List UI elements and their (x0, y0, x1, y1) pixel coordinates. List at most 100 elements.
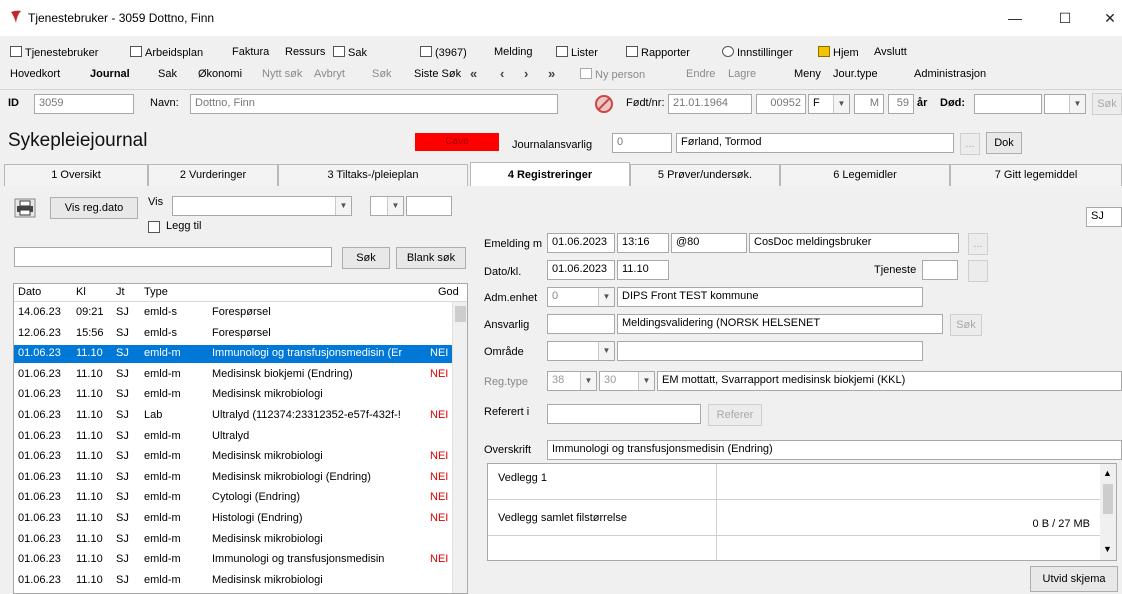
col-jt[interactable]: Jt (116, 286, 125, 298)
dod-field[interactable] (974, 94, 1042, 114)
referert-field[interactable] (547, 404, 701, 424)
menu-rapporter[interactable]: Rapporter (626, 46, 690, 59)
tjeneste-browse-button[interactable] (968, 260, 988, 282)
menu-administrasjon[interactable]: Administrasjon (914, 68, 986, 80)
list-item[interactable]: 14.06.23 09:21 SJ emld-s Forespørsel (14, 304, 454, 322)
tjeneste-field[interactable] (922, 260, 958, 280)
journalansvarlig-name-field[interactable]: Førland, Tormod (676, 133, 954, 153)
admenhet-select[interactable]: 0 ▼ (547, 287, 615, 307)
regtype-b-select[interactable]: 30 ▼ (599, 371, 655, 391)
fodt-date-field[interactable]: 21.01.1964 (668, 94, 752, 114)
ansvarlig-id-field[interactable] (547, 314, 615, 334)
emelding-date-field[interactable]: 01.06.2023 (547, 233, 615, 253)
menu-hovedkort[interactable]: Hovedkort (10, 68, 60, 80)
emelding-browse-button[interactable]: ... (968, 233, 988, 255)
list-item[interactable]: 01.06.23 11.10 SJ emld-m Ultralyd (14, 428, 454, 446)
menu-tjenestebruker[interactable]: Tjenestebruker (10, 46, 98, 59)
menu-ressurs[interactable]: Ressurs (285, 46, 325, 58)
menu-sak2[interactable]: Sak (158, 68, 177, 80)
no-access-icon[interactable] (594, 94, 614, 114)
tab-gitt-legemiddel[interactable]: 7 Gitt legemiddel (950, 164, 1122, 186)
legg-til-checkbox[interactable] (148, 221, 160, 233)
ansvarlig-search-button[interactable]: Søk (950, 314, 982, 336)
journalansvarlig-id-field[interactable]: 0 (612, 133, 672, 153)
col-god[interactable]: God (438, 286, 459, 298)
menu-lister[interactable]: Lister (556, 46, 598, 59)
list-item[interactable]: 01.06.23 11.10 SJ emld-m Medisinsk mikrobiol… (14, 469, 454, 487)
col-kl[interactable]: Kl (76, 286, 86, 298)
name-field[interactable]: Dottno, Finn (190, 94, 558, 114)
scrollbar-thumb[interactable] (455, 306, 466, 322)
menu-avbryt[interactable]: Avbryt (314, 68, 345, 80)
fodt-nr-field[interactable]: 00952 (756, 94, 806, 114)
list-item[interactable]: 01.06.23 11.10 SJ emld-m Medisinsk mikrobiol… (14, 386, 454, 404)
scrollbar-thumb[interactable] (1103, 484, 1113, 514)
menu-okonomi[interactable]: Økonomi (198, 68, 242, 80)
menu-sak[interactable]: Sak (333, 46, 367, 59)
tab-legemidler[interactable]: 6 Legemidler (780, 164, 950, 186)
menu-journal[interactable]: Journal (90, 68, 130, 80)
alder-field[interactable]: 59 (888, 94, 914, 114)
emelding-code-field[interactable]: @80 (671, 233, 747, 253)
list-item[interactable]: 01.06.23 11.10 SJ emld-m Immunologi og trans… (14, 345, 454, 364)
close-button[interactable]: ✕ (1090, 6, 1122, 30)
menu-arbeidsplan[interactable]: Arbeidsplan (130, 46, 203, 59)
nav-prev-button[interactable]: ‹ (500, 66, 504, 81)
vis-reg-dato-button[interactable]: Vis reg.dato (50, 197, 138, 219)
menu-hjem[interactable]: Hjem (818, 46, 859, 59)
list-item[interactable]: 01.06.23 11.10 SJ emld-m Medisinsk mikrobiol… (14, 572, 454, 590)
emelding-user-field[interactable]: CosDoc meldingsbruker (749, 233, 959, 253)
m-field[interactable]: M (854, 94, 884, 114)
regtype-name-field[interactable]: EM mottatt, Svarrapport medisinsk biokje… (657, 371, 1122, 391)
menu-sok[interactable]: Søk (372, 68, 392, 80)
menu-lagre[interactable]: Lagre (728, 68, 756, 80)
journalansvarlig-browse-button[interactable]: ... (960, 133, 980, 155)
menu-messages-count[interactable]: (3967) (420, 46, 467, 59)
list-item[interactable]: 01.06.23 11.10 SJ emld-m Medisinsk mikrobiol… (14, 448, 454, 466)
printer-icon[interactable] (14, 198, 36, 218)
tab-tiltaksplan[interactable]: 3 Tiltaks-/pleieplan (278, 164, 468, 186)
menu-melding[interactable]: Melding (494, 46, 533, 58)
vis-secondary-select[interactable]: ▼ (370, 196, 404, 216)
emelding-time-field[interactable]: 13:16 (617, 233, 669, 253)
tab-prover[interactable]: 5 Prøver/undersøk. (630, 164, 780, 186)
sj-field[interactable]: SJ (1086, 207, 1122, 227)
list-item[interactable]: 01.06.23 11.10 SJ emld-m Cytologi (Endring) N… (14, 489, 454, 507)
menu-meny[interactable]: Meny (794, 68, 821, 80)
nav-first-button[interactable]: « (470, 66, 477, 81)
vis-extra-field[interactable] (406, 196, 452, 216)
list-item[interactable]: 01.06.23 11.10 SJ Lab Ultralyd (112374:23312… (14, 407, 454, 425)
ansvarlig-name-field[interactable]: Meldingsvalidering (NORSK HELSENET (617, 314, 943, 334)
list-item[interactable]: 01.06.23 11.10 SJ emld-m Medisinsk biokjemi … (14, 366, 454, 384)
search-person-button[interactable]: Søk (1092, 93, 1122, 115)
kl-field[interactable]: 11.10 (617, 260, 669, 280)
omrade-name-field[interactable] (617, 341, 923, 361)
cave-badge[interactable]: Cave (415, 133, 499, 151)
id-field[interactable]: 3059 (34, 94, 134, 114)
nav-last-button[interactable]: » (548, 66, 555, 81)
dato-field[interactable]: 01.06.2023 (547, 260, 615, 280)
chevron-up-icon[interactable]: ▲ (1103, 468, 1112, 478)
regtype-a-select[interactable]: 38 ▼ (547, 371, 597, 391)
kjonn-select[interactable]: F ▼ (808, 94, 850, 114)
omrade-select[interactable]: ▼ (547, 341, 615, 361)
list-item[interactable]: 01.06.23 11.10 SJ emld-m Medisinsk mikrobiol… (14, 531, 454, 549)
maximize-button[interactable]: ☐ (1045, 6, 1085, 30)
vedlegg-scrollbar[interactable]: ▲ ▼ (1100, 464, 1116, 560)
chevron-down-icon[interactable]: ▼ (1103, 544, 1112, 554)
menu-siste-sok[interactable]: Siste Søk (414, 68, 461, 80)
list-item[interactable]: 01.06.23 11.10 SJ emld-m Histologi (Endring)… (14, 510, 454, 528)
menu-nytt-sok[interactable]: Nytt søk (262, 68, 302, 80)
tab-oversikt[interactable]: 1 Oversikt (4, 164, 148, 186)
overskrift-field[interactable]: Immunologi og transfusjonsmedisin (Endri… (547, 440, 1122, 460)
vis-select[interactable]: ▼ (172, 196, 352, 216)
col-dato[interactable]: Dato (18, 286, 41, 298)
referer-button[interactable]: Referer (708, 404, 762, 426)
menu-jourtype[interactable]: Jour.type (833, 68, 878, 80)
minimize-button[interactable]: — (995, 6, 1035, 30)
tab-vurderinger[interactable]: 2 Vurderinger (148, 164, 278, 186)
utvid-skjema-button[interactable]: Utvid skjema (1030, 566, 1118, 592)
blank-search-button[interactable]: Blank søk (396, 247, 466, 269)
tab-registreringer[interactable]: 4 Registreringer (470, 162, 630, 186)
dod-select[interactable]: ▼ (1044, 94, 1086, 114)
